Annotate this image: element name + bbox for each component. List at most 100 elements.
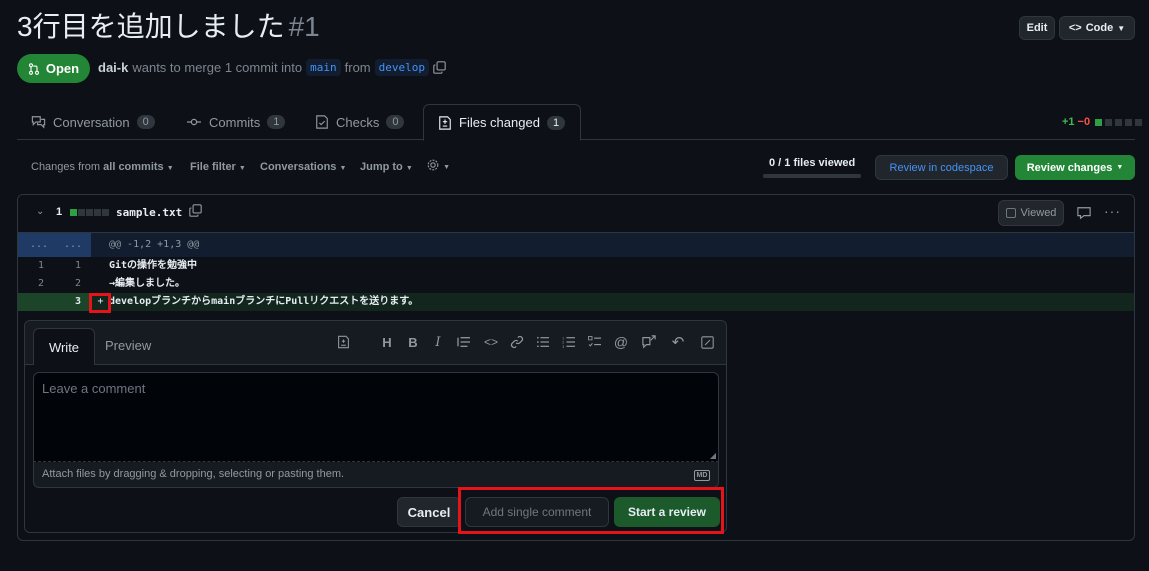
svg-text:1: 1 (562, 336, 564, 340)
comment-placeholder: Leave a comment (42, 381, 146, 396)
tab-counter: 1 (267, 115, 286, 129)
tab-conversation[interactable]: Conversation 0 (17, 104, 169, 140)
file-change-count: 1 (56, 206, 63, 218)
reply-icon[interactable]: ↶ (670, 334, 686, 351)
tab-counter: 0 (386, 115, 405, 129)
file-filter-dropdown[interactable]: File filter ▼ (190, 161, 246, 173)
diffstat: +1 −0 (1062, 116, 1143, 128)
diffstat-additions: +1 (1062, 116, 1075, 128)
caret-down-icon: ▼ (238, 165, 246, 172)
link-icon[interactable] (509, 334, 525, 350)
cancel-button[interactable]: Cancel (397, 497, 461, 527)
comment-textarea[interactable]: Leave a comment ◢ (33, 372, 719, 462)
heading-icon[interactable]: H (379, 334, 395, 350)
diffstat-deletions: −0 (1077, 116, 1091, 128)
new-line-number[interactable]: 3 (55, 293, 81, 311)
new-line-number[interactable]: 1 (55, 257, 81, 275)
pr-title: 3行目を追加しました #1 (17, 10, 320, 44)
template-icon[interactable] (335, 334, 351, 350)
tab-label: Conversation (53, 114, 130, 130)
chevron-down-icon[interactable]: ⌄ (36, 206, 44, 217)
conversations-dropdown[interactable]: Conversations ▼ (260, 161, 346, 173)
caret-down-icon: ▼ (443, 164, 450, 171)
hunk-header-row: ... ... @@ -1,2 +1,3 @@ (18, 233, 1134, 257)
author-link[interactable]: dai-k (98, 60, 128, 75)
code-icon[interactable]: <> (483, 334, 499, 350)
pr-meta: dai-k wants to merge 1 commit into main … (98, 59, 446, 76)
changes-from-dropdown[interactable]: Changes from all commits ▼ (31, 161, 174, 173)
tasklist-icon[interactable] (587, 334, 603, 350)
kebab-horizontal-icon[interactable]: ··· (1104, 203, 1121, 219)
caret-down-icon: ▼ (339, 165, 347, 172)
review-changes-button[interactable]: Review changes ▼ (1015, 155, 1135, 180)
jump-to-label: Jump to (360, 161, 403, 173)
diffstat-block-neutral (102, 209, 109, 216)
viewed-label: Viewed (1020, 207, 1057, 219)
diffstat-block-neutral (1105, 118, 1113, 126)
hunk-header-text: @@ -1,2 +1,3 @@ (109, 239, 200, 250)
quote-icon[interactable] (456, 334, 472, 350)
diffstat-block-neutral (1125, 118, 1133, 126)
comment-discussion-icon (31, 116, 46, 129)
file-filter-label: File filter (190, 161, 236, 173)
tab-files-changed[interactable]: Files changed 1 (423, 104, 581, 141)
diffstat-block-neutral (94, 209, 101, 216)
diffstat-block-neutral (1135, 118, 1143, 126)
tab-label: Commits (209, 114, 261, 130)
markdown-icon[interactable]: MD (694, 470, 710, 481)
unordered-list-icon[interactable] (535, 334, 551, 350)
old-line-number[interactable]: 1 (18, 257, 44, 275)
edit-button[interactable]: Edit (1019, 16, 1055, 40)
checkbox[interactable] (1005, 208, 1016, 218)
mention-icon[interactable]: @ (613, 334, 629, 350)
diffstat-block-neutral (78, 209, 85, 216)
old-line-number[interactable]: 2 (18, 275, 44, 293)
ordered-list-icon[interactable]: 123 (561, 334, 577, 350)
tab-checks[interactable]: Checks 0 (301, 104, 418, 140)
diff-line-row: 2 2 →編集しました。 (18, 275, 1134, 293)
hunk-expand-old[interactable]: ... (22, 233, 48, 257)
code-icon: <> (1068, 22, 1082, 34)
diffstat-block-neutral (86, 209, 93, 216)
conversations-label: Conversations (260, 161, 337, 173)
fullscreen-icon[interactable] (699, 334, 715, 350)
git-commit-icon (187, 118, 201, 126)
tab-label: Checks (336, 114, 380, 130)
bold-icon[interactable]: B (405, 334, 421, 350)
file-diff-icon (439, 115, 451, 130)
viewed-checkbox[interactable]: Viewed (998, 200, 1064, 226)
line-code: developブランチからmainブランチにPullリクエストを送ります。 (109, 296, 419, 307)
changes-prefix: Changes from (31, 161, 101, 173)
review-in-codespace-button[interactable]: Review in codespace (875, 155, 1008, 180)
hunk-expand-new[interactable]: ... (56, 233, 82, 257)
tab-counter: 1 (546, 115, 566, 130)
diffstat-block-added (70, 209, 77, 216)
pr-number: #1 (288, 11, 320, 42)
diff-line-row: 1 1 Gitの操作を勉強中 (18, 257, 1134, 275)
resize-handle[interactable]: ◢ (710, 451, 716, 460)
attach-files-bar[interactable]: Attach files by dragging & dropping, sel… (33, 462, 719, 488)
tab-preview[interactable]: Preview (105, 338, 151, 353)
tab-label: Files changed (459, 115, 540, 130)
jump-to-dropdown[interactable]: Jump to ▼ (360, 161, 413, 173)
cross-reference-icon[interactable] (641, 334, 657, 350)
from-text: from (344, 60, 371, 75)
head-branch[interactable]: develop (374, 59, 429, 76)
code-button[interactable]: <> Code ▼ (1059, 16, 1135, 40)
file-diffstat (70, 209, 109, 216)
settings-dropdown[interactable]: ▼ (426, 158, 450, 175)
diffstat-block-added (1095, 118, 1103, 126)
new-line-number[interactable]: 2 (55, 275, 81, 293)
base-branch[interactable]: main (306, 59, 341, 76)
files-viewed-count: 0 / 1 files viewed (769, 157, 856, 169)
italic-icon[interactable]: I (430, 334, 446, 350)
svg-text:2: 2 (562, 341, 564, 345)
tab-write[interactable]: Write (33, 328, 95, 365)
highlight-box (89, 293, 111, 313)
file-name-link[interactable]: sample.txt (116, 206, 182, 219)
copy-icon[interactable] (189, 204, 202, 217)
tab-commits[interactable]: Commits 1 (172, 104, 299, 140)
copy-icon[interactable] (433, 61, 446, 74)
comment-icon[interactable] (1077, 206, 1091, 220)
code-button-label: Code (1085, 22, 1114, 34)
